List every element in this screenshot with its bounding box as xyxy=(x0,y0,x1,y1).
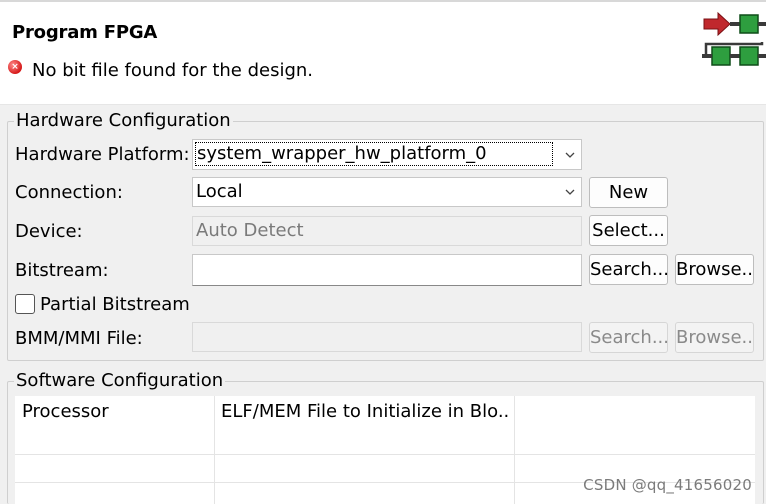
error-message-row: × No bit file found for the design. xyxy=(8,58,313,82)
column-header-elf-mem-file[interactable]: ELF/MEM File to Initialize in Blo... xyxy=(221,400,511,424)
error-icon: × xyxy=(8,60,22,74)
chevron-down-icon[interactable] xyxy=(565,187,575,197)
bmm-browse-button: Browse.. xyxy=(675,322,754,353)
hardware-platform-value: system_wrapper_hw_platform_0 xyxy=(195,142,553,166)
bitstream-label: Bitstream: xyxy=(15,260,109,281)
bmm-mmi-file-input xyxy=(192,322,582,352)
error-message: No bit file found for the design. xyxy=(32,59,314,81)
bitstream-search-button[interactable]: Search... xyxy=(589,254,668,285)
watermark: CSDN @qq_41656020 xyxy=(583,476,752,494)
device-label: Device: xyxy=(15,221,83,242)
program-fpga-logo-icon xyxy=(702,11,766,66)
hardware-configuration-label: Hardware Configuration xyxy=(14,110,233,131)
column-divider xyxy=(514,396,515,504)
software-configuration-label: Software Configuration xyxy=(14,370,226,391)
new-connection-button[interactable]: New xyxy=(589,177,668,208)
bmm-mmi-file-label: BMM/MMI File: xyxy=(15,328,143,349)
device-field: Auto Detect xyxy=(192,216,582,246)
hardware-platform-label: Hardware Platform: xyxy=(15,144,190,165)
bmm-search-button: Search... xyxy=(589,322,668,353)
partial-bitstream-checkbox[interactable] xyxy=(15,294,35,314)
partial-bitstream-label[interactable]: Partial Bitstream xyxy=(40,294,190,316)
chevron-down-icon[interactable] xyxy=(565,150,575,160)
header-divider xyxy=(0,104,766,105)
connection-value: Local xyxy=(196,181,243,202)
bitstream-input[interactable] xyxy=(192,254,582,286)
connection-combo[interactable]: Local xyxy=(192,177,582,207)
column-header-processor[interactable]: Processor xyxy=(22,400,109,424)
dialog-header: Program FPGA × No bit file found for the… xyxy=(0,0,766,104)
hardware-platform-combo[interactable]: system_wrapper_hw_platform_0 xyxy=(192,139,582,170)
connection-label: Connection: xyxy=(15,182,123,203)
column-divider xyxy=(214,396,215,504)
page-title: Program FPGA xyxy=(12,22,158,43)
row-divider xyxy=(15,454,755,455)
select-device-button[interactable]: Select... xyxy=(589,215,668,246)
bitstream-browse-button[interactable]: Browse.. xyxy=(675,254,754,285)
